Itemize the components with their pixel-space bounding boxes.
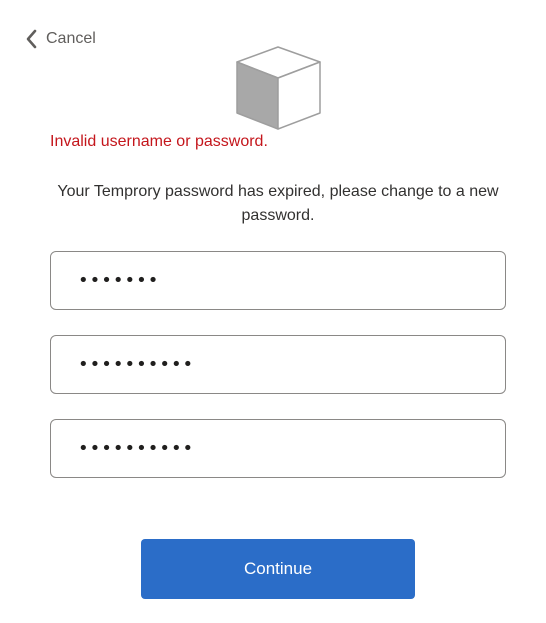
- cancel-label: Cancel: [46, 30, 96, 47]
- confirm-password-field[interactable]: [50, 419, 506, 478]
- new-password-field[interactable]: [50, 335, 506, 394]
- continue-button[interactable]: Continue: [141, 539, 415, 599]
- chevron-left-icon: [26, 29, 37, 49]
- password-expired-message: Your Temprory password has expired, plea…: [57, 183, 499, 224]
- cube-logo-icon: [236, 46, 321, 130]
- cancel-link[interactable]: Cancel: [24, 28, 96, 50]
- current-password-field[interactable]: [50, 251, 506, 310]
- error-message: Invalid username or password.: [50, 133, 268, 150]
